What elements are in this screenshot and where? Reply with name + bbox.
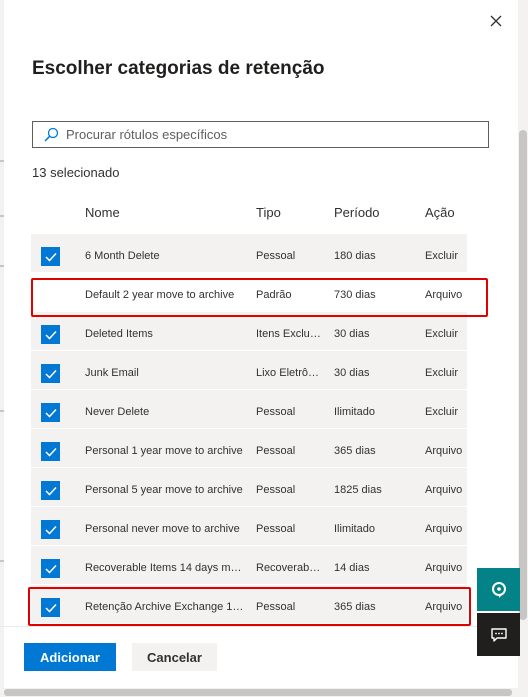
row-name: Deleted Items [85, 328, 153, 340]
row-name: Personal 5 year move to archive [85, 484, 243, 496]
row-action: Excluir [425, 250, 459, 262]
row-period: 14 dias [334, 562, 370, 574]
row-action: Arquivo [425, 289, 463, 301]
row-period: 730 dias [334, 289, 376, 301]
horizontal-scrollbar[interactable] [0, 688, 518, 697]
help-icon [491, 581, 506, 598]
checkmark-icon [44, 564, 57, 574]
checkmark-icon [44, 603, 57, 613]
dialog-title: Escolher categorias de retenção [32, 58, 325, 79]
row-action: Arquivo [425, 484, 463, 496]
table-row[interactable]: Personal never move to archive Pessoal I… [31, 507, 467, 546]
search-input[interactable] [66, 127, 466, 142]
row-action: Excluir [425, 406, 459, 418]
row-name: Default 2 year move to archive [85, 289, 235, 301]
row-checkbox[interactable] [41, 559, 60, 578]
row-name: Personal 1 year move to archive [85, 445, 243, 457]
row-type: Pessoal [256, 445, 296, 457]
checkmark-icon [44, 369, 57, 379]
column-header-action[interactable]: Ação [425, 205, 455, 220]
row-name: Never Delete [85, 406, 150, 418]
row-checkbox[interactable] [41, 520, 60, 539]
row-checkbox[interactable] [41, 481, 60, 500]
checkmark-icon [44, 330, 57, 340]
row-period: 30 dias [334, 367, 370, 379]
add-button[interactable]: Adicionar [24, 643, 116, 671]
table-row[interactable]: Deleted Items Itens Excluídos 30 dias Ex… [31, 312, 467, 351]
row-name: Retenção Archive Exchange 1 ano [85, 601, 245, 613]
row-type: Padrão [256, 289, 292, 301]
row-type: Pessoal [256, 601, 296, 613]
close-button[interactable] [485, 10, 507, 32]
row-action: Arquivo [425, 523, 463, 535]
footer-divider [0, 626, 518, 627]
row-name: Recoverable Items 14 days move to archiv… [85, 562, 245, 574]
row-period: 365 dias [334, 601, 376, 613]
checkmark-icon [44, 486, 57, 496]
search-box[interactable] [32, 121, 489, 148]
column-header-name[interactable]: Nome [85, 205, 120, 220]
chat-icon [490, 627, 507, 642]
checkmark-icon [44, 525, 57, 535]
row-period: 180 dias [334, 250, 376, 262]
row-period: Ilimitado [334, 523, 375, 535]
column-header-type[interactable]: Tipo [256, 205, 281, 220]
table-row[interactable]: Recoverable Items 14 days move to archiv… [31, 546, 467, 585]
row-type: Pessoal [256, 406, 296, 418]
row-checkbox[interactable] [41, 403, 60, 422]
table-row[interactable]: Personal 5 year move to archive Pessoal … [31, 468, 467, 507]
row-type: Lixo Eletrônico [256, 367, 321, 379]
row-action: Arquivo [425, 445, 463, 457]
checkmark-icon [44, 408, 57, 418]
row-period: 1825 dias [334, 484, 382, 496]
row-type: Itens Excluídos [256, 328, 321, 340]
table-row[interactable]: Never Delete Pessoal Ilimitado Excluir [31, 390, 467, 429]
row-type: Pessoal [256, 250, 296, 262]
row-checkbox[interactable] [41, 364, 60, 383]
close-icon [490, 15, 502, 27]
row-name: 6 Month Delete [85, 250, 160, 262]
table-row[interactable]: Retenção Archive Exchange 1 ano Pessoal … [31, 585, 467, 624]
table-row[interactable]: Junk Email Lixo Eletrônico 30 dias Exclu… [31, 351, 467, 390]
row-type: Pessoal [256, 484, 296, 496]
selected-count: 13 selecionado [32, 165, 120, 180]
row-checkbox[interactable] [41, 442, 60, 461]
row-name: Personal never move to archive [85, 523, 240, 535]
help-button[interactable] [477, 568, 520, 611]
scrollbar-thumb[interactable] [519, 130, 527, 620]
checkmark-icon [44, 252, 57, 262]
row-checkbox[interactable] [41, 598, 60, 617]
search-icon [44, 127, 59, 142]
row-checkbox[interactable] [41, 247, 60, 266]
column-header-period[interactable]: Período [334, 205, 380, 220]
checkmark-icon [44, 447, 57, 457]
feedback-button[interactable] [477, 613, 520, 656]
background-panel-edge [0, 0, 4, 697]
cancel-button[interactable]: Cancelar [132, 643, 217, 671]
row-period: 30 dias [334, 328, 370, 340]
row-action: Arquivo [425, 601, 463, 613]
table-row[interactable]: 6 Month Delete Pessoal 180 dias Excluir [31, 234, 467, 273]
scrollbar-thumb[interactable] [4, 689, 512, 696]
row-name: Junk Email [85, 367, 139, 379]
row-type: Pessoal [256, 523, 296, 535]
row-period: Ilimitado [334, 406, 375, 418]
table-row[interactable]: Personal 1 year move to archive Pessoal … [31, 429, 467, 468]
row-period: 365 dias [334, 445, 376, 457]
row-checkbox[interactable] [41, 325, 60, 344]
row-action: Arquivo [425, 562, 463, 574]
row-type: Recoverable Items [256, 562, 321, 574]
row-action: Excluir [425, 328, 459, 340]
table-row[interactable]: Default 2 year move to archive Padrão 73… [31, 273, 467, 312]
row-action: Excluir [425, 367, 459, 379]
retention-tags-list: 6 Month Delete Pessoal 180 dias Excluir … [31, 234, 467, 624]
